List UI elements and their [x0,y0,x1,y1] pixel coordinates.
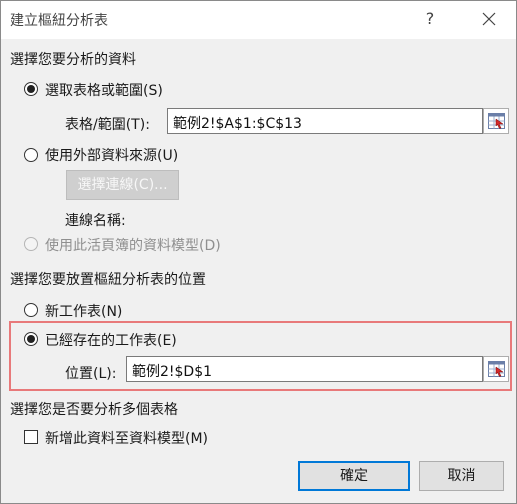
table-range-value: 範例2!$A$1:$C$13 [173,116,302,132]
table-range-selector-button[interactable] [483,108,509,134]
location-value: 範例2!$D$1 [132,364,213,380]
table-range-input[interactable]: 範例2!$A$1:$C$13 [167,108,483,134]
range-selector-icon [488,113,505,129]
location-input[interactable]: 範例2!$D$1 [126,356,483,382]
help-button[interactable]: ? [416,9,444,31]
label-connection-name: 連線名稱: [65,213,126,229]
label-external-source[interactable]: 使用外部資料來源(U) [45,145,178,165]
radio-existing-sheet[interactable] [24,332,38,346]
section-heading-analyze-data: 選擇您要分析的資料 [10,52,136,68]
radio-select-table[interactable] [24,82,38,96]
radio-new-sheet[interactable] [24,303,38,317]
cancel-button[interactable]: 取消 [419,461,504,491]
radio-data-model[interactable] [24,237,38,251]
section-heading-multiple-tables: 選擇您是否要分析多個表格 [10,402,178,418]
radio-external-source[interactable] [24,148,38,162]
label-location: 位置(L): [65,366,117,382]
label-add-to-data-model[interactable]: 新增此資料至資料模型(M) [45,428,208,448]
close-icon [482,12,496,26]
checkbox-add-to-data-model[interactable] [24,430,38,444]
label-new-sheet[interactable]: 新工作表(N) [45,301,122,321]
close-button[interactable] [475,7,503,31]
dialog-title: 建立樞紐分析表 [10,13,108,29]
create-pivottable-dialog: 建立樞紐分析表 ? 選擇您要分析的資料 選取表格或範圍(S) 表格/範圍(T):… [0,0,517,504]
title-bar: 建立樞紐分析表 ? [1,1,516,39]
ok-button[interactable]: 確定 [298,461,410,491]
label-existing-sheet[interactable]: 已經存在的工作表(E) [45,330,177,350]
label-table-range: 表格/範圍(T): [65,117,150,133]
choose-connection-button[interactable]: 選擇連線(C)... [66,170,179,200]
label-data-model[interactable]: 使用此活頁簿的資料模型(D) [45,235,221,255]
section-heading-location: 選擇您要放置樞紐分析表的位置 [10,272,206,288]
range-selector-icon [488,361,505,377]
label-select-table[interactable]: 選取表格或範圍(S) [45,80,163,100]
location-selector-button[interactable] [483,356,509,382]
